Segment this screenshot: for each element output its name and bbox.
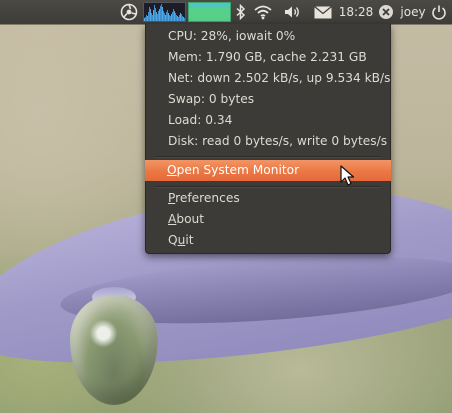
menu-item-swap[interactable]: Swap: 0 bytes <box>146 89 390 110</box>
about-item[interactable]: About <box>146 209 390 230</box>
cpu-graph-bar <box>179 15 180 21</box>
bluetooth-icon[interactable] <box>234 0 248 24</box>
cpu-graph-bar <box>175 13 176 21</box>
cpu-graph-bar <box>146 15 147 21</box>
cpu-graph-bar <box>172 12 173 21</box>
cpu-graph-bar <box>148 12 149 21</box>
cpu-graph-bar <box>178 17 179 21</box>
system-load-menu: CPU: 28%, iowait 0% Mem: 1.790 GB, cache… <box>145 24 391 254</box>
cpu-graph-bar <box>171 14 172 21</box>
cpu-graph-bar <box>149 7 150 21</box>
cpu-graph-bar <box>150 9 151 21</box>
cpu-graph-bar <box>144 18 145 21</box>
menu-item-cpu[interactable]: CPU: 28%, iowait 0% <box>146 26 390 47</box>
mail-icon[interactable] <box>312 0 334 24</box>
mouse-pointer-icon <box>340 165 356 187</box>
wifi-icon[interactable] <box>251 0 275 24</box>
user-name[interactable]: joey <box>396 0 430 24</box>
cpu-graph-bar <box>151 13 152 21</box>
cpu-graph-bar <box>184 18 185 21</box>
power-icon[interactable] <box>429 0 449 24</box>
cpu-graph-bar <box>158 11 159 21</box>
cpu-graph-bar <box>160 6 161 21</box>
cpu-graph-bar <box>162 7 163 21</box>
cpu-graph-bar <box>181 14 182 21</box>
cpu-graph-bar <box>170 16 171 21</box>
cpu-graph-bar <box>176 15 177 21</box>
cpu-graph-bar <box>157 14 158 21</box>
cpu-graph-bar <box>161 4 162 21</box>
menu-item-mem[interactable]: Mem: 1.790 GB, cache 2.231 GB <box>146 47 390 68</box>
cpu-graph-bar <box>173 9 174 21</box>
cpu-graph-bar <box>163 11 164 21</box>
cpu-graph-bar <box>183 17 184 21</box>
cpu-load-graph[interactable] <box>143 2 186 22</box>
cpu-graph-bar <box>182 16 183 21</box>
ubuntu-logo-icon[interactable] <box>118 0 140 24</box>
cpu-graph-bar <box>180 13 181 21</box>
menu-item-load[interactable]: Load: 0.34 <box>146 110 390 131</box>
cpu-graph-bar <box>164 13 165 21</box>
cpu-graph-bar <box>165 15 166 21</box>
cpu-graph-bar <box>156 12 157 21</box>
preferences-item[interactable]: Preferences <box>146 188 390 209</box>
menu-separator <box>156 156 380 158</box>
menu-item-disk[interactable]: Disk: read 0 bytes/s, write 0 bytes/s <box>146 131 390 152</box>
cpu-graph-bar <box>169 15 170 21</box>
cpu-graph-bar <box>166 12 167 21</box>
top-panel: 18:28 joey <box>0 0 452 24</box>
cpu-graph-bar <box>177 16 178 21</box>
volume-icon[interactable] <box>281 0 305 24</box>
cpu-graph-bar <box>174 11 175 21</box>
menu-item-net[interactable]: Net: down 2.502 kB/s, up 9.534 kB/s <box>146 68 391 89</box>
cpu-graph-bar <box>145 17 146 21</box>
user-status-icon[interactable] <box>377 0 395 24</box>
cpu-graph-bar <box>152 15 153 21</box>
cpu-graph-bar <box>167 10 168 21</box>
memory-load-graph[interactable] <box>188 2 231 22</box>
quit-item[interactable]: Quit <box>146 230 390 251</box>
cpu-graph-bar <box>155 8 156 21</box>
cpu-graph-bar <box>159 9 160 21</box>
cpu-graph-bar <box>147 16 148 21</box>
cpu-graph-bar <box>168 13 169 21</box>
cpu-graph-bar <box>153 10 154 21</box>
clock[interactable]: 18:28 <box>336 0 376 24</box>
cpu-graph-bar <box>154 5 155 21</box>
